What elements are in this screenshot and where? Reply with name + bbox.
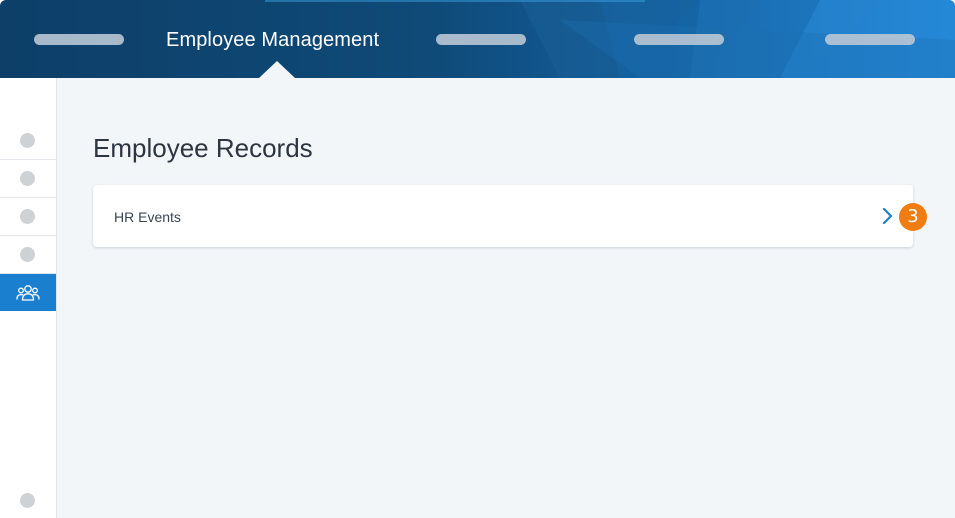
sidebar-bottom-placeholder-icon[interactable] (20, 493, 35, 508)
people-icon (16, 285, 40, 301)
step-number-badge: 3 (899, 203, 927, 231)
placeholder-dot-icon (20, 133, 35, 148)
active-nav-indicator (259, 61, 295, 78)
nav-item-employee-management[interactable]: Employee Management (166, 28, 390, 52)
sidebar-item-employees[interactable] (0, 274, 56, 311)
page-title: Employee Records (93, 133, 313, 163)
placeholder-dot-icon (20, 171, 35, 186)
nav-item-placeholder-1[interactable] (34, 34, 124, 45)
sidebar-item-1[interactable] (0, 122, 56, 160)
chevron-right-icon[interactable] (882, 207, 894, 225)
placeholder-dot-icon (20, 247, 35, 262)
hr-events-card[interactable]: HR Events (93, 185, 913, 247)
placeholder-dot-icon (20, 209, 35, 224)
card-label: HR Events (114, 209, 181, 225)
nav-item-placeholder-4[interactable] (825, 34, 915, 45)
sidebar-item-3[interactable] (0, 198, 56, 236)
sidebar-item-4[interactable] (0, 236, 56, 274)
app-window: Employee Management Employee Records HR … (0, 0, 955, 518)
nav-item-placeholder-3[interactable] (634, 34, 724, 45)
sidebar-item-2[interactable] (0, 160, 56, 198)
sidebar (0, 78, 57, 518)
nav-item-placeholder-2[interactable] (436, 34, 526, 45)
top-nav-bar: Employee Management (0, 0, 955, 78)
